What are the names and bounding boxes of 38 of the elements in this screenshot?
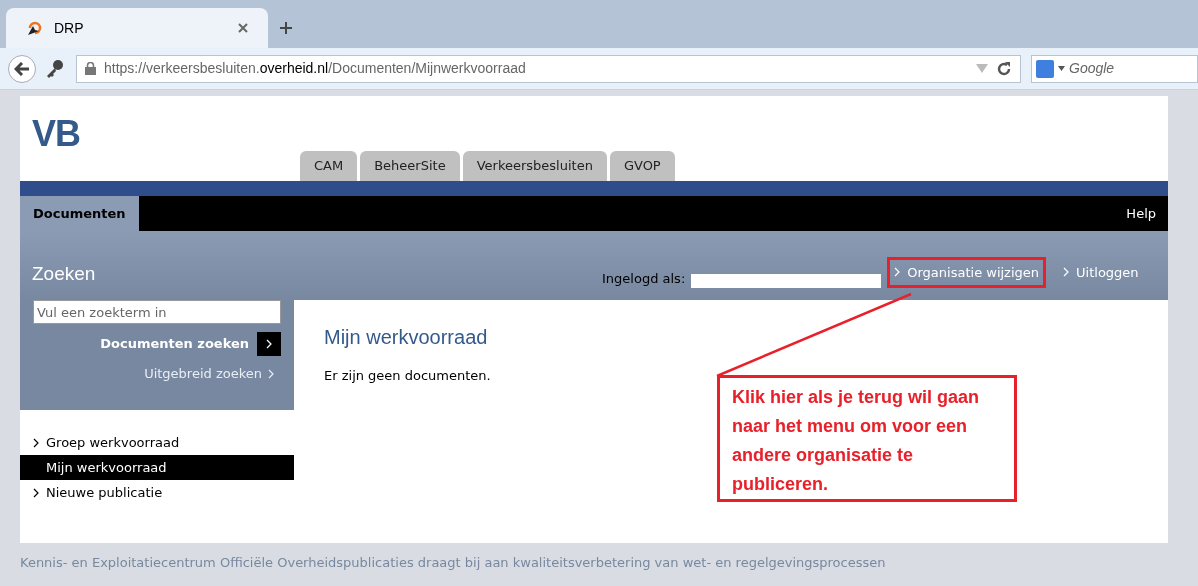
back-arrow-icon: [14, 61, 30, 76]
app-tab[interactable]: Verkeersbesluiten: [462, 151, 607, 181]
app-tab[interactable]: CAM: [300, 151, 358, 181]
browser-tab[interactable]: DRP: [6, 8, 268, 48]
lock-icon: [85, 62, 96, 75]
sidebar-item[interactable]: Mijn werkvoorraad: [20, 455, 294, 480]
caret-icon: [1058, 66, 1065, 71]
chevron-icon: [1063, 267, 1071, 278]
logged-in-label: Ingelogd als:: [602, 269, 686, 288]
app-tab[interactable]: GVOP: [609, 151, 675, 181]
chevron-icon: [268, 368, 275, 379]
new-tab-icon[interactable]: [280, 22, 292, 34]
site-logo[interactable]: VB: [20, 96, 300, 181]
app-tab[interactable]: BeheerSite: [360, 151, 460, 181]
search-input[interactable]: Google: [1069, 58, 1159, 79]
address-bar[interactable]: https://verkeersbesluiten.overheid.nl/Documenten/Mijnwerkvoorraad: [76, 54, 1021, 83]
annotation-callout: Klik hier als je terug wil gaan naar het menu om voor een andere organisatie te publiceren.: [717, 375, 1017, 502]
page-title: Mijn werkvoorraad: [324, 325, 489, 350]
search-button[interactable]: Documenten zoeken: [100, 332, 281, 356]
sidebar-item[interactable]: Nieuwe publicatie: [20, 480, 294, 505]
chevron-icon: [33, 487, 40, 498]
close-icon[interactable]: [238, 23, 248, 33]
tab-title: DRP: [54, 18, 85, 38]
nav-tab[interactable]: Documenten: [20, 196, 139, 231]
empty-message: Er zijn geen documenten.: [324, 367, 491, 385]
chevron-icon: [894, 267, 902, 278]
back-button[interactable]: [8, 54, 36, 83]
search-input[interactable]: Vul een zoekterm in: [33, 300, 281, 324]
footer-text: Kennis- en Exploitatiecentrum Officiële Overheidspublicaties draagt bij aan kwaliteitsverbetering van wet- en regelgevingsprocessen: [20, 554, 887, 572]
reload-icon[interactable]: [996, 60, 1012, 77]
chevron-icon: [33, 437, 40, 448]
help-link[interactable]: Help: [1126, 203, 1168, 224]
logo-icon: [26, 19, 44, 37]
search-field[interactable]: Google: [1031, 54, 1198, 83]
sidebar-item[interactable]: Groep werkvoorraad: [20, 430, 294, 455]
google-icon: [1036, 59, 1054, 78]
url-text: https://verkeersbesluiten.overheid.nl/Documenten/Mijnwerkvoorraad: [104, 59, 527, 78]
search-title: Zoeken: [32, 261, 97, 286]
